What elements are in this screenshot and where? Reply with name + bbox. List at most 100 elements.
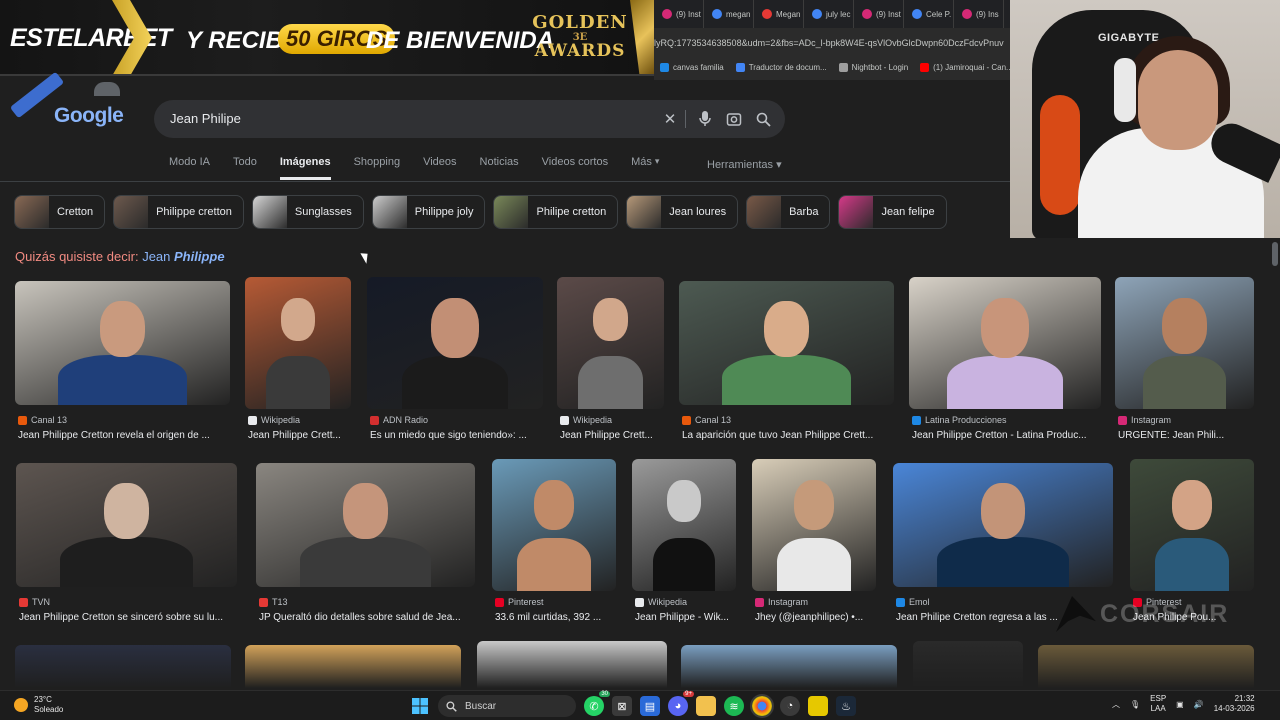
chip-thumbnail [15,196,49,228]
image-thumbnail[interactable] [16,463,237,587]
sticky-notes-icon[interactable] [808,696,828,716]
tab-imágenes[interactable]: Imágenes [279,156,331,180]
image-thumbnail[interactable] [1115,277,1254,409]
google-logo[interactable]: Google [6,71,156,134]
source-favicon-icon [248,415,257,425]
chrome-icon[interactable] [750,694,774,718]
result-title[interactable]: Jean Philippe Cretton - Latina Produc... [912,430,1087,441]
scrollbar-thumb[interactable] [1272,242,1278,266]
microphone-icon[interactable] [695,109,715,129]
result-title[interactable]: Jean Philippe Crett... [560,430,653,441]
image-thumbnail[interactable] [893,463,1113,587]
image-thumbnail[interactable] [1038,645,1254,688]
search-box[interactable]: Jean Philipe ✕ [154,100,785,138]
tab-modo-ia[interactable]: Modo IA [169,156,210,180]
bookmark-item[interactable]: Nightbot - Login [838,62,908,72]
result-title[interactable]: Jean Philipe Cretton regresa a las ... [896,612,1058,623]
lens-icon[interactable] [724,109,744,129]
image-thumbnail[interactable] [245,277,351,409]
result-source-name: TVN [32,597,50,607]
browser-tab[interactable]: Cele P. [906,0,954,28]
tab-noticias[interactable]: Noticias [480,156,519,180]
related-chip[interactable]: Jean felipe [838,195,947,229]
weather-widget[interactable]: 23°C Soleado [14,695,63,714]
ad-banner[interactable]: ESTELARBET Y RECIBE 50 GIROS DE BIENVENI… [0,0,654,76]
browser-tab[interactable]: (9) Ins [956,0,1004,28]
image-thumbnail[interactable] [913,641,1023,688]
bookmark-item[interactable]: (1) Jamiroquai - Can... [920,62,1010,72]
bookmark-item[interactable]: Traductor de docum... [735,62,827,72]
search-icon[interactable] [753,109,773,129]
search-input[interactable]: Jean Philipe [170,111,241,126]
related-chip[interactable]: Sunglasses [251,195,364,229]
result-title[interactable]: Jean Philippe Crett... [248,430,341,441]
related-chip[interactable]: Philippe joly [371,195,486,229]
image-thumbnail[interactable] [492,459,616,591]
whatsapp-icon[interactable]: ✆ 30 [584,691,610,716]
result-title[interactable]: Jean Philippe - Wik... [635,612,729,623]
image-thumbnail[interactable] [1130,459,1254,591]
windows-start-icon[interactable] [410,696,430,716]
tools-button[interactable]: Herramientas ▾ [707,158,782,171]
image-thumbnail[interactable] [256,463,475,587]
browser-tab[interactable]: megan [706,0,754,28]
steam-icon[interactable]: ♨ [836,696,856,716]
tab-todo[interactable]: Todo [233,156,257,180]
result-title[interactable]: Jean Philippe Cretton se sinceró sobre s… [19,612,223,623]
tab-favicon-icon [962,9,972,19]
image-thumbnail[interactable] [245,645,461,688]
microphone-tray-icon[interactable]: 🎙 [1130,700,1140,709]
notes-icon[interactable]: ▤ [640,696,660,716]
person-torso [1154,538,1230,591]
browser-tab[interactable]: july lec [806,0,854,28]
tab-favicon-icon [912,9,922,19]
result-title[interactable]: Jean Philippe Cretton revela el origen d… [18,430,210,441]
result-title[interactable]: URGENTE: Jean Phili... [1118,430,1224,441]
image-thumbnail[interactable] [909,277,1101,409]
browser-tab[interactable]: (9) Inst [856,0,904,28]
image-thumbnail[interactable] [557,277,664,409]
chevron-up-icon[interactable]: ︿ [1112,699,1120,710]
image-thumbnail[interactable] [15,645,231,688]
obs-icon[interactable]: ◔ [780,696,800,716]
address-bar[interactable]: lyRQ:1773534638508&udm=2&fbs=ADc_l-bpk8W… [654,32,1010,54]
clear-icon[interactable]: ✕ [660,109,680,129]
browser-tab[interactable]: Megan [756,0,804,28]
image-thumbnail[interactable] [15,281,230,405]
result-title[interactable]: 33.6 mil curtidas, 392 ... [495,612,601,623]
clock[interactable]: 21:32 14-03-2026 [1214,694,1255,714]
result-title[interactable]: Jhey (@jeanphilipec) •... [755,612,863,623]
image-thumbnail[interactable] [477,641,667,688]
related-chip[interactable]: Jean loures [626,195,739,229]
did-you-mean-link[interactable]: Jean Philippe [142,249,224,264]
tab-videos[interactable]: Videos [423,156,456,180]
related-chip[interactable]: Barba [746,195,831,229]
tab-shopping[interactable]: Shopping [354,156,401,180]
page-scrollbar[interactable] [1270,238,1280,690]
result-title[interactable]: La aparición que tuvo Jean Philippe Cret… [682,430,873,441]
result-source: Wikipedia [635,597,687,607]
image-thumbnail[interactable] [367,277,543,409]
browser-tab[interactable]: (9) Inst [656,0,704,28]
result-title[interactable]: Es un miedo que sigo teniendo»: ... [370,430,527,441]
result-title[interactable]: JP Queraltó dio detalles sobre salud de … [259,612,461,623]
related-chip[interactable]: Philippe cretton [113,195,244,229]
image-thumbnail[interactable] [681,645,897,688]
image-thumbnail[interactable] [752,459,876,591]
folder-icon[interactable] [696,696,716,716]
discord-icon[interactable]: ◕ 9+ [668,691,694,716]
image-thumbnail[interactable] [632,459,736,591]
bookmark-item[interactable]: canvas familia [660,62,724,72]
network-icon[interactable]: ▣ [1176,700,1184,709]
image-thumbnail[interactable] [679,281,894,405]
tab-videos-cortos[interactable]: Videos cortos [542,156,608,180]
related-chip[interactable]: Cretton [14,195,106,229]
language-indicator[interactable]: ESP LAA [1150,694,1166,713]
related-chip[interactable]: Philipe cretton [493,195,619,229]
tab-más[interactable]: Más [631,156,652,180]
volume-icon[interactable]: 🔊 [1194,700,1204,709]
bookmark-label: (1) Jamiroquai - Can... [933,62,1010,72]
taskbar-search[interactable]: Buscar [438,695,576,717]
xbox-icon[interactable]: ⊠ [612,696,632,716]
spotify-icon[interactable]: ≋ [724,696,744,716]
